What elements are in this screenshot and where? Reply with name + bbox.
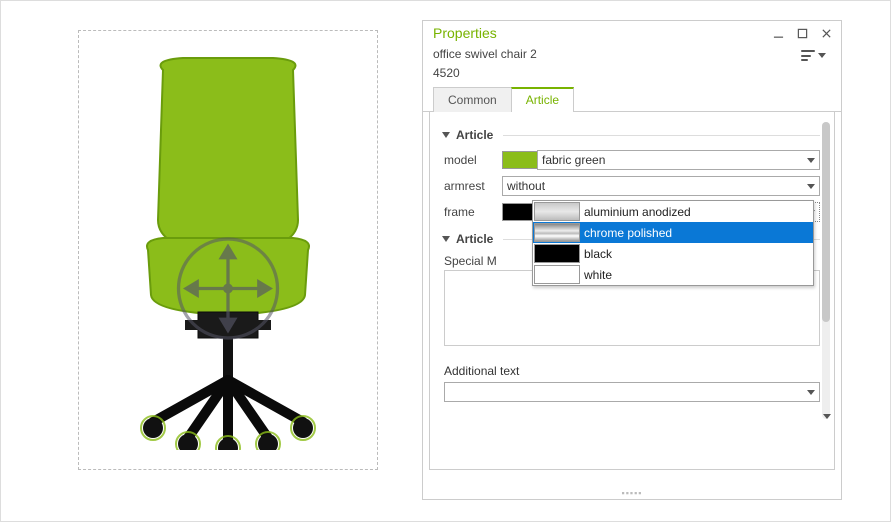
- armrest-combo[interactable]: without: [502, 176, 820, 196]
- panel-body: Article model fabric green armrest witho…: [429, 112, 835, 470]
- scrollbar[interactable]: [822, 122, 830, 419]
- additional-text-combo[interactable]: [444, 382, 820, 402]
- chevron-down-icon: [818, 53, 826, 58]
- panel-menu-button[interactable]: [796, 47, 831, 64]
- scrollbar-thumb[interactable]: [822, 122, 830, 322]
- object-name: office swivel chair 2: [433, 47, 537, 61]
- collapse-icon: [442, 132, 450, 138]
- scroll-down-icon[interactable]: [823, 419, 831, 433]
- option-label: white: [584, 268, 612, 282]
- viewport-3d[interactable]: [78, 30, 378, 470]
- frame-option[interactable]: black: [533, 243, 813, 264]
- tab-article[interactable]: Article: [511, 87, 574, 112]
- tab-common[interactable]: Common: [433, 87, 512, 112]
- option-swatch: [534, 244, 580, 263]
- frame-label: frame: [444, 205, 502, 219]
- maximize-button[interactable]: [795, 26, 809, 40]
- option-label: black: [584, 247, 612, 261]
- chevron-down-icon: [807, 390, 815, 395]
- frame-dropdown-list: aluminium anodized chrome polished black wh…: [532, 200, 814, 286]
- option-label: chrome polished: [584, 226, 672, 240]
- option-swatch: [534, 265, 580, 284]
- option-label: aluminium anodized: [584, 205, 691, 219]
- frame-option[interactable]: chrome polished: [533, 222, 813, 243]
- frame-option[interactable]: white: [533, 264, 813, 285]
- section-label: Article: [456, 232, 493, 246]
- object-code: 4520: [423, 66, 841, 86]
- model-label: model: [444, 153, 502, 167]
- armrest-label: armrest: [444, 179, 502, 193]
- collapse-icon: [442, 236, 450, 242]
- chevron-down-icon: [807, 184, 815, 189]
- panel-title: Properties: [433, 25, 497, 41]
- model-swatch: [502, 151, 538, 169]
- model-value: fabric green: [542, 153, 605, 167]
- section-label: Article: [456, 128, 493, 142]
- close-button[interactable]: [819, 26, 833, 40]
- section-article[interactable]: Article: [442, 128, 820, 142]
- resize-grip-icon[interactable]: ▪▪▪▪▪: [622, 488, 643, 498]
- option-swatch: [534, 202, 580, 221]
- additional-text-label: Additional text: [444, 364, 820, 378]
- chevron-down-icon: [807, 158, 815, 163]
- hamburger-icon: [801, 50, 815, 61]
- armrest-value: without: [507, 179, 545, 193]
- chair-render: [93, 50, 363, 450]
- properties-panel: Properties office swivel chair 2 4520 Co…: [422, 20, 842, 500]
- minimize-button[interactable]: [771, 26, 785, 40]
- option-swatch: [534, 223, 580, 242]
- frame-option[interactable]: aluminium anodized: [533, 201, 813, 222]
- model-combo[interactable]: fabric green: [537, 150, 820, 170]
